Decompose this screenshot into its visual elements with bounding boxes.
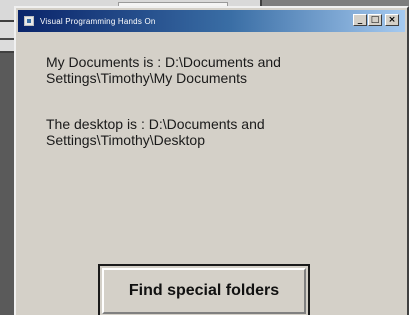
find-special-folders-button[interactable]: Find special folders: [98, 264, 310, 315]
find-special-folders-label: Find special folders: [128, 282, 280, 299]
minimize-button[interactable]: _: [353, 14, 367, 26]
my-documents-label: My Documents is : D:\Documents and Setti…: [46, 54, 281, 86]
window-title: Visual Programming Hands On: [40, 16, 156, 26]
close-button[interactable]: ×: [385, 14, 399, 26]
desktop-label: The desktop is : D:\Documents and Settin…: [46, 116, 265, 148]
desktop-background: Visual Programming Hands On _ □ × My Doc…: [0, 0, 409, 315]
window-controls: _ □ ×: [353, 14, 399, 26]
app-icon[interactable]: [24, 16, 34, 26]
maximize-button[interactable]: □: [368, 14, 382, 26]
title-bar[interactable]: Visual Programming Hands On _ □ ×: [18, 10, 405, 32]
dialog-window: Visual Programming Hands On _ □ × My Doc…: [14, 6, 409, 315]
background-area: [0, 53, 14, 315]
dialog-content: My Documents is : D:\Documents and Setti…: [16, 32, 407, 315]
